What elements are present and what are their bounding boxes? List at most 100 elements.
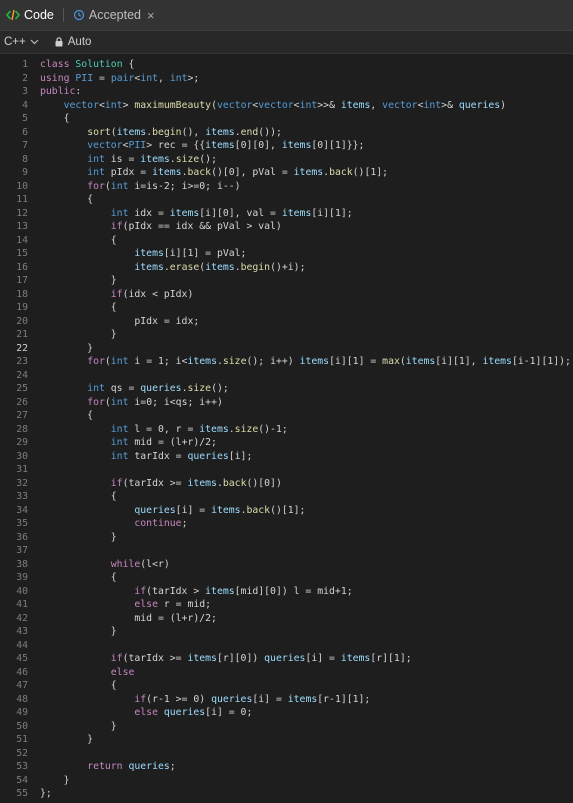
code-line[interactable]: 12 int idx = items[i][0], val = items[i]… (0, 207, 573, 221)
code-text: } (40, 626, 117, 637)
code-text: }; (40, 788, 52, 799)
code-text: if(pIdx == idx && pVal > val) (110, 221, 282, 232)
close-icon[interactable]: × (147, 8, 155, 23)
code-line[interactable]: 54 } (0, 774, 573, 788)
code-line[interactable]: 40 if(tarIdx > items[mid][0]) l = mid+1; (0, 585, 573, 599)
code-line[interactable]: 38 while(l<r) (0, 558, 573, 572)
code-line[interactable]: 16 items.erase(items.begin()+i); (0, 261, 573, 275)
code-line[interactable]: 32 if(tarIdx >= items.back()[0]) (0, 477, 573, 491)
code-text: continue; (134, 518, 188, 529)
code-line[interactable]: 4 vector<int> maximumBeauty(vector<vecto… (0, 99, 573, 113)
code-editor[interactable]: 1 class Solution {2 using PII = pair<int, … (0, 56, 573, 803)
code-line[interactable]: 22 } (0, 342, 573, 356)
tab-accepted-label: Accepted (88, 8, 142, 22)
code-line[interactable]: 45 if(tarIdx >= items[r][0]) queries[i] … (0, 652, 573, 666)
code-line[interactable]: 14 { (0, 234, 573, 248)
auto-mode-toggle[interactable]: Auto (55, 36, 91, 48)
code-line[interactable]: 42 mid = (l+r)/2; (0, 612, 573, 626)
code-line[interactable]: 13 if(pIdx == idx && pVal > val) (0, 220, 573, 234)
code-line[interactable]: 52 (0, 747, 573, 761)
code-line[interactable]: 23 for(int i = 1; i<items.size(); i++) i… (0, 355, 573, 369)
code-line[interactable]: 10 for(int i=is-2; i>=0; i--) (0, 180, 573, 194)
code-line[interactable]: 25 int qs = queries.size(); (0, 382, 573, 396)
line-number: 2 (22, 72, 28, 84)
code-text: int l = 0, r = items.size()-1; (110, 423, 288, 435)
code-line[interactable]: 43 } (0, 625, 573, 639)
line-number: 9 (22, 167, 28, 178)
code-line[interactable]: 44 (0, 639, 573, 653)
code-text: { (40, 491, 117, 502)
code-line[interactable]: 35 continue; (0, 517, 573, 531)
line-number: 3 (22, 86, 28, 97)
code-line[interactable]: 27 { (0, 409, 573, 423)
code-text: { (40, 680, 117, 691)
tab-code-label: Code (24, 8, 54, 22)
line-number: 15 (16, 248, 28, 259)
code-line[interactable]: 29 int mid = (l+r)/2; (0, 436, 573, 450)
line-number: 35 (16, 518, 28, 529)
tab-accepted[interactable]: Accepted × (67, 0, 161, 30)
line-number: 49 (16, 707, 28, 718)
code-line[interactable]: 28 int l = 0, r = items.size()-1; (0, 423, 573, 437)
line-number: 27 (16, 410, 28, 421)
code-text: vector<PII> rec = {{items[0][0], items[0… (87, 140, 365, 151)
code-text: using PII = pair<int, int>; (40, 72, 200, 84)
code-text: int idx = items[i][0], val = items[i][1]… (110, 207, 353, 219)
tab-divider (62, 8, 64, 22)
line-number: 13 (16, 221, 28, 232)
code-line[interactable]: 11 { (0, 193, 573, 207)
code-line[interactable]: 20 pIdx = idx; (0, 315, 573, 329)
line-number: 5 (22, 113, 28, 124)
code-line[interactable]: 18 if(idx < pIdx) (0, 288, 573, 302)
code-text: if(tarIdx >= items.back()[0]) (110, 477, 282, 489)
code-line[interactable]: 36 } (0, 531, 573, 545)
language-label: C++ (4, 36, 26, 48)
code-line[interactable]: 50 } (0, 720, 573, 734)
code-text: if(idx < pIdx) (110, 288, 194, 300)
code-line[interactable]: 34 queries[i] = items.back()[1]; (0, 504, 573, 518)
line-number: 47 (16, 680, 28, 691)
line-number: 30 (16, 450, 28, 462)
code-line[interactable]: 55}; (0, 787, 573, 801)
code-line[interactable]: 7 vector<PII> rec = {{items[0][0], items… (0, 139, 573, 153)
code-line[interactable]: 5 { (0, 112, 573, 126)
code-line[interactable]: 49 else queries[i] = 0; (0, 706, 573, 720)
code-line[interactable]: 9 int pIdx = items.back()[0], pVal = ite… (0, 166, 573, 180)
code-text: else (110, 666, 135, 678)
code-line[interactable]: 46 else (0, 666, 573, 680)
code-line[interactable]: 30 int tarIdx = queries[i]; (0, 450, 573, 464)
code-line[interactable]: 19 { (0, 301, 573, 315)
code-line[interactable]: 47 { (0, 679, 573, 693)
code-text: } (40, 720, 117, 732)
language-select[interactable]: C++ (4, 36, 39, 48)
line-number: 37 (16, 545, 28, 556)
code-line[interactable]: 2 using PII = pair<int, int>; (0, 72, 573, 86)
code-line[interactable]: 37 (0, 544, 573, 558)
code-line[interactable]: 26 for(int i=0; i<qs; i++) (0, 396, 573, 410)
code-line[interactable]: 31 (0, 463, 573, 477)
line-number: 31 (16, 464, 28, 475)
code-text: } (40, 329, 117, 340)
code-line[interactable]: 6 sort(items.begin(), items.end()); (0, 126, 573, 140)
code-line[interactable]: 24 (0, 369, 573, 383)
code-line[interactable]: 3 public: (0, 85, 573, 99)
code-text: { (40, 572, 117, 583)
code-line[interactable]: 8 int is = items.size(); (0, 153, 573, 167)
code-line[interactable]: 51 } (0, 733, 573, 747)
code-line[interactable]: 15 items[i][1] = pVal; (0, 247, 573, 261)
code-line[interactable]: 41 else r = mid; (0, 598, 573, 612)
code-line[interactable]: 48 if(r-1 >= 0) queries[i] = items[r-1][… (0, 693, 573, 707)
line-number: 10 (16, 180, 28, 192)
code-line[interactable]: 53 return queries; (0, 760, 573, 774)
code-text: mid = (l+r)/2; (40, 612, 217, 624)
line-number: 50 (16, 720, 28, 732)
tab-code[interactable]: Code (0, 0, 60, 30)
code-text: int qs = queries.size(); (87, 383, 229, 394)
code-line[interactable]: 17 } (0, 274, 573, 288)
code-line[interactable]: 1 class Solution { (0, 58, 573, 72)
code-line[interactable]: 33 { (0, 490, 573, 504)
code-text: { (40, 410, 94, 421)
code-line[interactable]: 21 } (0, 328, 573, 342)
code-text: { (40, 234, 117, 246)
code-line[interactable]: 39 { (0, 571, 573, 585)
